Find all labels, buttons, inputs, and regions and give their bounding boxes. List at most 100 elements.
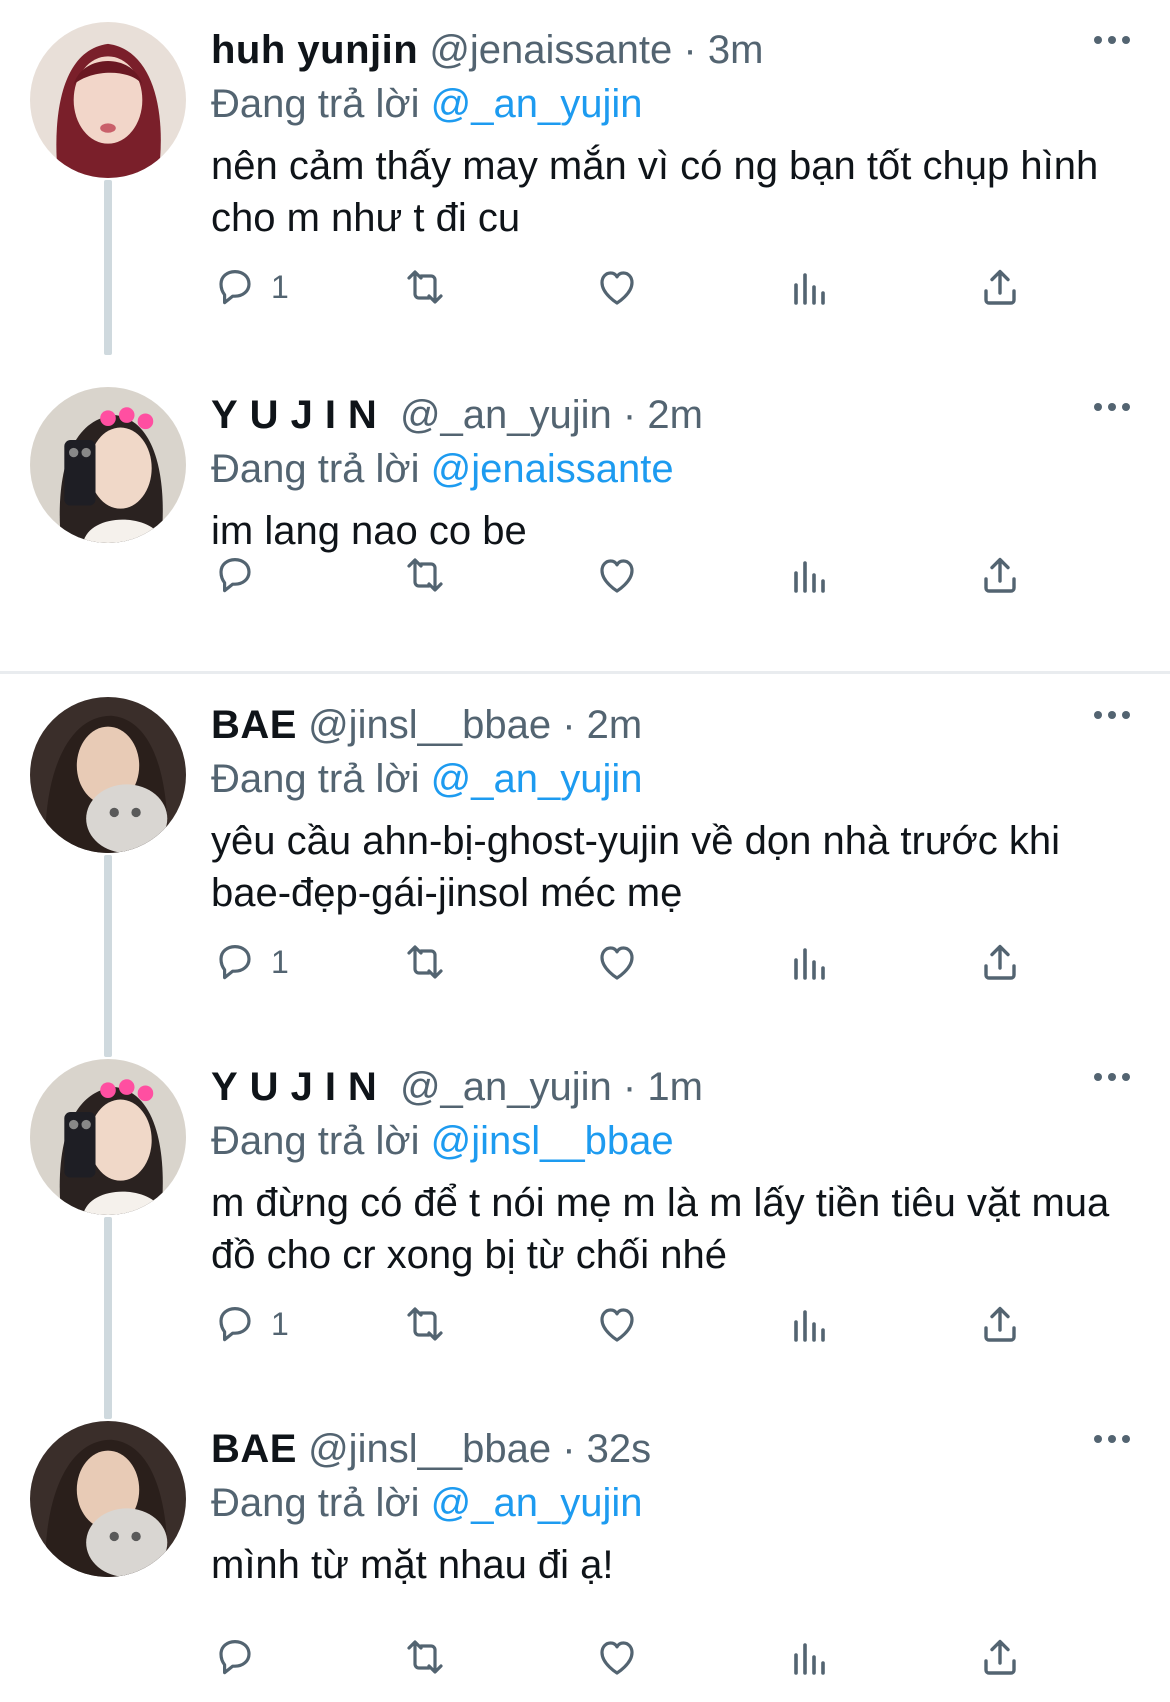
retweet-icon <box>401 1300 449 1348</box>
display-name[interactable]: huh yunjin <box>211 28 418 72</box>
retweet-button[interactable] <box>401 257 449 317</box>
like-button[interactable] <box>593 545 641 605</box>
action-bar: 1 <box>211 932 1051 992</box>
tweet-text: yêu cầu ahn-bị-ghost-yujin về dọn nhà tr… <box>211 819 1061 915</box>
share-icon <box>976 938 1024 986</box>
avatar[interactable] <box>30 1059 186 1215</box>
reply-button[interactable] <box>211 545 271 605</box>
share-button[interactable] <box>976 1294 1024 1354</box>
tweet[interactable]: huh yunjin @jenaissante · 3m Đang trả lờ… <box>0 0 1170 355</box>
conversation-divider <box>0 671 1170 674</box>
avatar[interactable] <box>30 697 186 853</box>
user-handle[interactable]: @jenaissante <box>429 28 672 72</box>
mention-link[interactable]: @jinsl__bbae <box>431 1119 674 1163</box>
reply-button[interactable]: 1 <box>211 932 289 992</box>
mention-link[interactable]: @_an_yujin <box>431 82 643 126</box>
reply-button[interactable]: 1 <box>211 257 289 317</box>
separator-dot: · <box>562 703 576 747</box>
retweet-icon <box>401 263 449 311</box>
like-button[interactable] <box>593 1294 641 1354</box>
share-button[interactable] <box>976 1627 1024 1687</box>
heart-icon <box>593 263 641 311</box>
tweet[interactable]: BAE @jinsl__bbae · 32s Đang trả lời @_an… <box>0 1399 1170 1702</box>
retweet-button[interactable] <box>401 932 449 992</box>
analytics-icon <box>786 938 834 986</box>
display-name[interactable]: YUJIN <box>211 1065 389 1109</box>
more-icon[interactable] <box>1090 705 1134 725</box>
share-icon <box>976 1300 1024 1348</box>
reply-button[interactable] <box>211 1627 271 1687</box>
action-bar: 1 <box>211 1294 1051 1354</box>
avatar[interactable] <box>30 387 186 543</box>
replying-to: Đang trả lời @jenaissante <box>211 443 1170 495</box>
user-handle[interactable]: @jinsl__bbae <box>308 703 551 747</box>
separator-dot: · <box>622 1065 637 1109</box>
heart-icon <box>593 938 641 986</box>
like-button[interactable] <box>593 257 641 317</box>
display-name[interactable]: YUJIN <box>211 393 389 437</box>
reply-icon <box>211 263 259 311</box>
user-handle[interactable]: @_an_yujin <box>400 1065 612 1109</box>
views-button[interactable] <box>786 932 834 992</box>
retweet-button[interactable] <box>401 1627 449 1687</box>
mention-link[interactable]: @_an_yujin <box>431 757 643 801</box>
tweet-header: BAE @jinsl__bbae · 2m <box>211 697 1170 753</box>
retweet-button[interactable] <box>401 545 449 605</box>
retweet-icon <box>401 938 449 986</box>
replying-to-label: Đang trả lời <box>211 82 420 126</box>
tweet-feed: huh yunjin @jenaissante · 3m Đang trả lờ… <box>0 0 1170 1702</box>
separator-dot: · <box>562 1427 576 1471</box>
thread-line <box>104 1217 112 1419</box>
replying-to: Đang trả lời @_an_yujin <box>211 78 1170 130</box>
timestamp[interactable]: 2m <box>587 703 643 747</box>
display-name[interactable]: BAE <box>211 1427 297 1471</box>
user-handle[interactable]: @_an_yujin <box>400 393 612 437</box>
share-button[interactable] <box>976 257 1024 317</box>
views-button[interactable] <box>786 545 834 605</box>
timestamp[interactable]: 32s <box>587 1427 652 1471</box>
mention-link[interactable]: @jenaissante <box>431 447 674 491</box>
action-bar: 1 <box>211 257 1051 317</box>
like-button[interactable] <box>593 932 641 992</box>
avatar[interactable] <box>30 22 186 178</box>
tweet-header: huh yunjin @jenaissante · 3m <box>211 22 1170 78</box>
heart-icon <box>593 1300 641 1348</box>
heart-icon <box>593 1633 641 1681</box>
replying-to-label: Đang trả lời <box>211 447 420 491</box>
share-button[interactable] <box>976 932 1024 992</box>
replying-to-label: Đang trả lời <box>211 757 420 801</box>
tweet[interactable]: YUJIN @_an_yujin · 1m Đang trả lời @jins… <box>0 1037 1170 1419</box>
retweet-button[interactable] <box>401 1294 449 1354</box>
tweet-header: BAE @jinsl__bbae · 32s <box>211 1421 1170 1477</box>
timestamp[interactable]: 1m <box>647 1065 703 1109</box>
analytics-icon <box>786 1300 834 1348</box>
views-button[interactable] <box>786 257 834 317</box>
more-icon[interactable] <box>1090 30 1134 50</box>
user-handle[interactable]: @jinsl__bbae <box>308 1427 551 1471</box>
replying-to: Đang trả lời @_an_yujin <box>211 753 1170 805</box>
timestamp[interactable]: 2m <box>647 393 703 437</box>
tweet[interactable]: YUJIN @_an_yujin · 2m Đang trả lời @jena… <box>0 335 1170 675</box>
tweet-header: YUJIN @_an_yujin · 2m <box>211 387 1170 443</box>
display-name[interactable]: BAE <box>211 703 297 747</box>
replying-to: Đang trả lời @jinsl__bbae <box>211 1115 1170 1167</box>
more-icon[interactable] <box>1090 397 1134 417</box>
analytics-icon <box>786 263 834 311</box>
reply-count: 1 <box>271 268 289 305</box>
views-button[interactable] <box>786 1294 834 1354</box>
thread-line <box>104 180 112 355</box>
avatar[interactable] <box>30 1421 186 1577</box>
like-button[interactable] <box>593 1627 641 1687</box>
share-button[interactable] <box>976 545 1024 605</box>
tweet-text: mình từ mặt nhau đi ạ! <box>211 1543 614 1587</box>
timestamp[interactable]: 3m <box>708 28 764 72</box>
more-icon[interactable] <box>1090 1429 1134 1449</box>
reply-button[interactable]: 1 <box>211 1294 289 1354</box>
reply-icon <box>211 938 259 986</box>
thread-line <box>104 855 112 1057</box>
mention-link[interactable]: @_an_yujin <box>431 1481 643 1525</box>
tweet[interactable]: BAE @jinsl__bbae · 2m Đang trả lời @_an_… <box>0 675 1170 1057</box>
views-button[interactable] <box>786 1627 834 1687</box>
more-icon[interactable] <box>1090 1067 1134 1087</box>
retweet-icon <box>401 551 449 599</box>
